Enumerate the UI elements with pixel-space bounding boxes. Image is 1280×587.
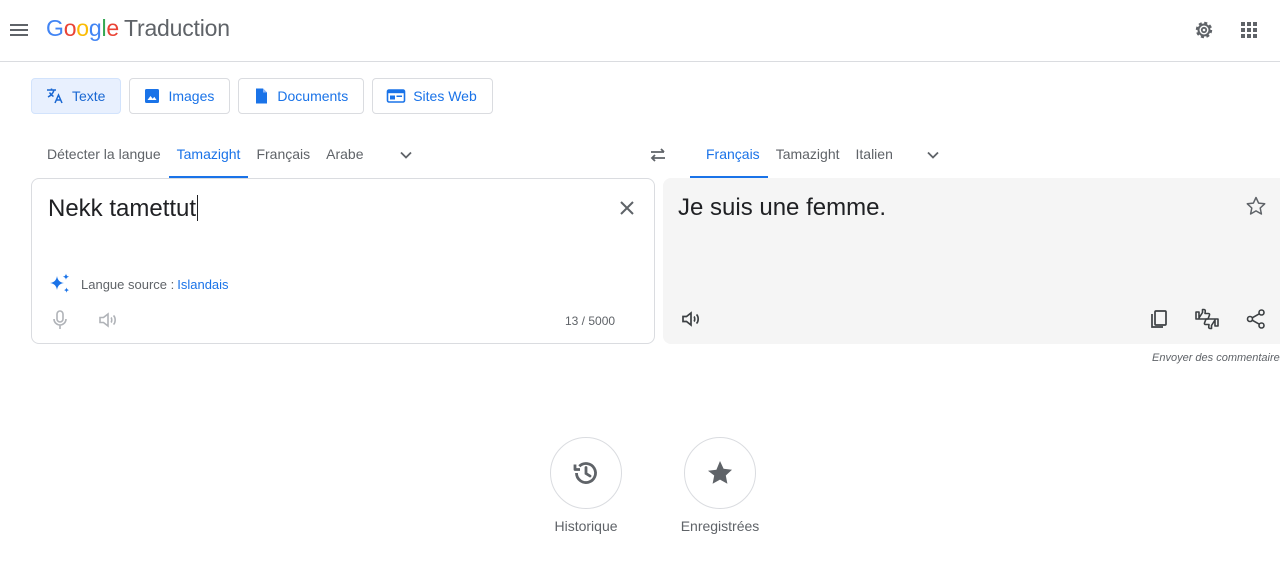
source-text-value: Nekk tamettut <box>48 195 197 222</box>
character-count: 13 / 5000 <box>565 314 616 328</box>
logo-letter: g <box>88 15 102 41</box>
translation-mode-tabs: Texte Images Documents Sites Web <box>31 78 493 114</box>
logo-letter: o <box>63 15 77 41</box>
microphone-icon[interactable] <box>50 309 70 331</box>
history-label: Historique <box>554 518 618 534</box>
text-cursor <box>197 195 199 221</box>
saved-button[interactable] <box>684 437 756 509</box>
detected-language-prefix: Langue source : <box>81 276 175 292</box>
image-icon <box>145 89 160 103</box>
translate-icon <box>47 88 63 104</box>
target-language-bar: Français Tamazight Italien <box>690 132 953 178</box>
mode-tab-websites[interactable]: Sites Web <box>372 78 493 114</box>
web-icon <box>386 89 406 103</box>
share-translation-icon[interactable] <box>1245 308 1267 330</box>
mode-tab-label: Sites Web <box>413 88 477 104</box>
mode-tab-label: Images <box>168 88 215 104</box>
clear-text-close-icon[interactable] <box>616 197 638 219</box>
target-text-panel: Je suis une femme. <box>663 178 1280 344</box>
app-header: Google Traduction <box>0 0 1280 62</box>
target-lang-italian[interactable]: Italien <box>848 132 901 178</box>
document-icon <box>256 88 268 104</box>
translation-output: Je suis une femme. <box>678 194 887 221</box>
source-language-bar: Détecter la langue Tamazight Français Ar… <box>31 132 426 178</box>
target-lang-french[interactable]: Français <box>690 132 768 178</box>
sparkle-icon <box>50 273 70 293</box>
source-more-languages-chevron-down-icon[interactable] <box>386 132 426 178</box>
star-filled-icon <box>708 461 732 484</box>
send-feedback-link[interactable]: Envoyer des commentaires <box>1152 352 1280 364</box>
saved-label: Enregistrées <box>680 518 760 534</box>
mode-tab-text[interactable]: Texte <box>31 78 122 114</box>
mode-tab-documents[interactable]: Documents <box>238 78 365 114</box>
target-lang-tamazight[interactable]: Tamazight <box>768 132 848 178</box>
detected-language-link[interactable]: Islandais <box>177 277 228 292</box>
mode-tab-label: Texte <box>72 88 106 104</box>
source-lang-french[interactable]: Français <box>248 132 318 178</box>
history-action: Historique <box>531 437 641 534</box>
logo-letter: e <box>106 15 119 41</box>
main-menu-icon[interactable] <box>8 19 30 41</box>
logo-letter: G <box>46 15 64 41</box>
source-lang-arabic[interactable]: Arabe <box>318 132 371 178</box>
settings-gear-icon[interactable] <box>1193 19 1215 41</box>
google-apps-grid-icon[interactable] <box>1240 21 1258 39</box>
product-name: Traduction <box>124 15 230 41</box>
logo-letter: o <box>76 15 89 41</box>
google-translate-logo[interactable]: Google Traduction <box>46 15 230 42</box>
mode-tab-images[interactable]: Images <box>129 78 231 114</box>
rate-translation-thumbs-icon[interactable] <box>1194 307 1220 331</box>
copy-translation-icon[interactable] <box>1148 308 1170 330</box>
target-listen-speaker-icon[interactable] <box>680 308 702 330</box>
source-listen-speaker-icon[interactable] <box>97 309 119 331</box>
history-button[interactable] <box>550 437 622 509</box>
target-more-languages-chevron-down-icon[interactable] <box>913 132 953 178</box>
save-translation-star-icon[interactable] <box>1245 195 1267 217</box>
saved-action: Enregistrées <box>665 437 775 534</box>
source-text-input[interactable]: Nekk tamettut <box>48 195 199 223</box>
source-lang-tamazight[interactable]: Tamazight <box>168 132 249 178</box>
mode-tab-label: Documents <box>277 88 349 104</box>
swap-languages-icon[interactable] <box>646 143 670 167</box>
detected-language-row: Langue source : Islandais <box>48 272 229 296</box>
history-icon <box>573 462 597 484</box>
source-lang-detect[interactable]: Détecter la langue <box>31 132 169 178</box>
source-text-panel: Nekk tamettut Langue source : Islandais … <box>31 178 655 344</box>
